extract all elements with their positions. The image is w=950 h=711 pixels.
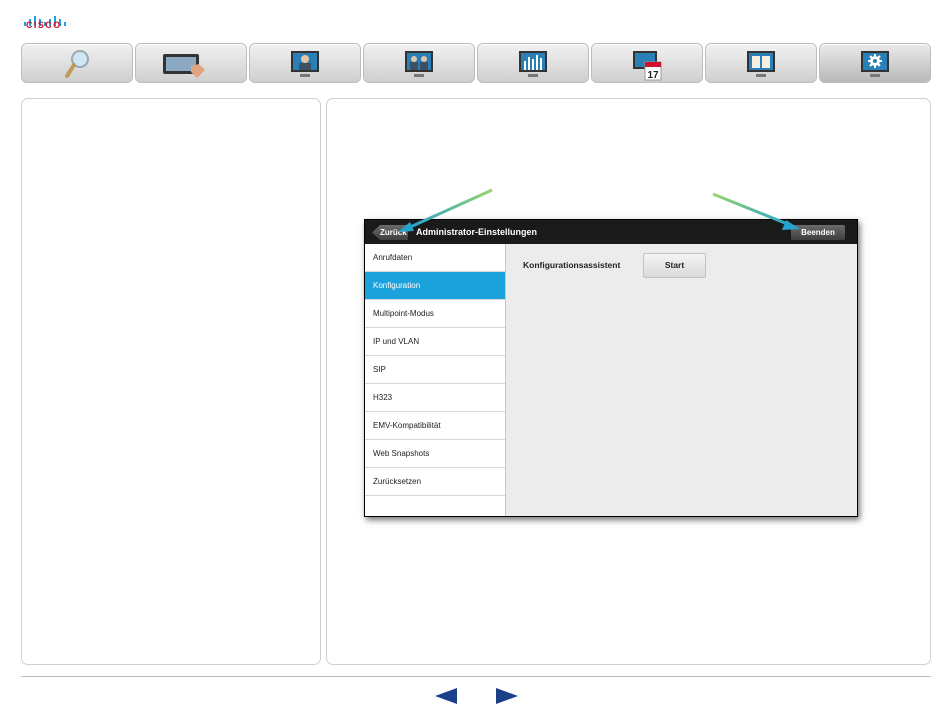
start-button[interactable]: Start	[643, 253, 706, 278]
menu-item-emv-kompatibilitaet[interactable]: EMV-Kompatibilität	[365, 412, 505, 440]
tab-bar: 17	[21, 43, 931, 83]
menu-item-zuruecksetzen[interactable]: Zurücksetzen	[365, 468, 505, 496]
tab-settings[interactable]	[819, 43, 931, 83]
menu-item-h323[interactable]: H323	[365, 384, 505, 412]
tab-touch-panel[interactable]	[135, 43, 247, 83]
triangle-left-icon[interactable]	[435, 688, 457, 704]
menu-item-sip[interactable]: SIP	[365, 356, 505, 384]
settings-menu: Anrufdaten Konfiguration Multipoint-Modu…	[365, 244, 506, 516]
magnifier-icon	[65, 50, 89, 78]
tab-calendar[interactable]: 17	[591, 43, 703, 83]
brand-name: CISCO	[26, 20, 62, 30]
tab-video-call[interactable]	[249, 43, 361, 83]
touch-panel-icon	[163, 54, 205, 78]
menu-item-ip-und-vlan[interactable]: IP und VLAN	[365, 328, 505, 356]
tab-multi-party[interactable]	[363, 43, 475, 83]
menu-item-konfiguration[interactable]: Konfiguration	[365, 272, 505, 300]
video-call-icon	[291, 51, 319, 77]
back-button[interactable]: Zurück	[372, 225, 408, 240]
settings-icon	[861, 51, 889, 77]
configuration-wizard-label: Konfigurationsassistent	[523, 260, 621, 270]
admin-settings-screenshot: Zurück Administrator-Einstellungen Beend…	[364, 219, 858, 517]
tab-guide[interactable]	[705, 43, 817, 83]
calendar-icon: 17	[633, 51, 662, 81]
tab-presentation[interactable]	[477, 43, 589, 83]
end-button[interactable]: Beenden	[791, 225, 845, 240]
multi-party-icon	[405, 51, 433, 77]
footer-divider	[21, 676, 931, 677]
screenshot-title: Administrator-Einstellungen	[416, 227, 538, 237]
calendar-day: 17	[647, 70, 659, 81]
screenshot-header: Zurück Administrator-Einstellungen Beend…	[365, 220, 857, 244]
book-icon	[747, 51, 775, 77]
tab-search[interactable]	[21, 43, 133, 83]
left-panel	[21, 98, 321, 665]
presentation-icon	[519, 51, 547, 77]
triangle-right-icon[interactable]	[496, 688, 518, 704]
menu-item-multipoint-modus[interactable]: Multipoint-Modus	[365, 300, 505, 328]
menu-item-web-snapshots[interactable]: Web Snapshots	[365, 440, 505, 468]
menu-item-anrufdaten[interactable]: Anrufdaten	[365, 244, 505, 272]
screenshot-body: Anrufdaten Konfiguration Multipoint-Modu…	[365, 244, 857, 516]
